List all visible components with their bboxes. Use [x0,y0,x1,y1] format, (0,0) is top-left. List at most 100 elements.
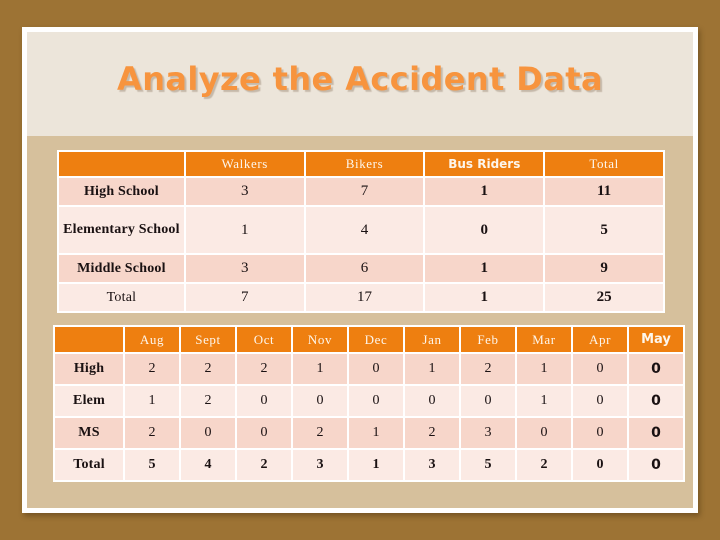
table-corner-cell [59,152,184,176]
row-label-elementary-school: Elementary School [59,207,184,253]
table-row: High School 3 7 1 11 [59,178,663,205]
cell-ms-sept: 0 [181,418,235,448]
cell-high-sept: 2 [181,354,235,384]
cell-total-walkers: 7 [185,284,304,311]
cell-middle-school-bus-riders: 1 [425,255,544,282]
column-header-jan: Jan [405,327,459,352]
column-header-bikers: Bikers [305,152,424,176]
row-label-high-school: High School [59,178,184,205]
cell-high-apr: 0 [573,354,627,384]
slide-card: Analyze the Accident Data Walkers Bikers… [22,27,698,513]
cell-high-oct: 2 [237,354,291,384]
cell-high-nov: 1 [293,354,347,384]
cell-elem-dec: 0 [349,386,403,416]
table-body: High 2 2 2 1 0 1 2 1 0 0 Elem 1 2 0 0 0 … [55,354,683,480]
table-row: MS 2 0 0 2 1 2 3 0 0 0 [55,418,683,448]
column-header-sept: Sept [181,327,235,352]
table-header: Walkers Bikers Bus Riders Total [59,152,663,176]
cell-elem-jan: 0 [405,386,459,416]
row-label-high: High [55,354,123,384]
cell-high-school-walkers: 3 [185,178,304,205]
accident-table-by-mode: Walkers Bikers Bus Riders Total High Sch… [57,150,665,313]
column-header-aug: Aug [125,327,179,352]
cell-elementary-walkers: 1 [185,207,304,253]
column-header-total: Total [545,152,663,176]
column-header-bus-riders: Bus Riders [425,152,544,176]
column-header-may: May [629,327,683,352]
slide-root: Analyze the Accident Data Walkers Bikers… [0,0,720,540]
cell-elementary-total: 5 [545,207,663,253]
cell-ms-apr: 0 [573,418,627,448]
cell-total-feb: 5 [461,450,515,480]
cell-ms-dec: 1 [349,418,403,448]
cell-ms-nov: 2 [293,418,347,448]
table-row: Total 7 17 1 25 [59,284,663,311]
page-title: Analyze the Accident Data [117,60,603,98]
cell-elementary-bikers: 4 [305,207,424,253]
cell-elem-mar: 1 [517,386,571,416]
cell-elem-aug: 1 [125,386,179,416]
cell-total-dec: 1 [349,450,403,480]
row-label-elem: Elem [55,386,123,416]
cell-ms-mar: 0 [517,418,571,448]
cell-middle-school-walkers: 3 [185,255,304,282]
table-row: High 2 2 2 1 0 1 2 1 0 0 [55,354,683,384]
cell-elem-oct: 0 [237,386,291,416]
row-label-ms: MS [55,418,123,448]
table-header: Aug Sept Oct Nov Dec Jan Feb Mar Apr May [55,327,683,352]
cell-total-oct: 2 [237,450,291,480]
table-row: Total 5 4 2 3 1 3 5 2 0 0 [55,450,683,480]
cell-total-total: 25 [545,284,663,311]
cell-elem-feb: 0 [461,386,515,416]
table-body: High School 3 7 1 11 Elementary School 1… [59,178,663,311]
column-header-apr: Apr [573,327,627,352]
cell-ms-may: 0 [629,418,683,448]
cell-total-nov: 3 [293,450,347,480]
table-row: Elem 1 2 0 0 0 0 0 1 0 0 [55,386,683,416]
column-header-oct: Oct [237,327,291,352]
column-header-dec: Dec [349,327,403,352]
table-corner-cell [55,327,123,352]
column-header-mar: Mar [517,327,571,352]
row-label-middle-school: Middle School [59,255,184,282]
cell-elementary-bus-riders: 0 [425,207,544,253]
row-label-total: Total [55,450,123,480]
table-row: Middle School 3 6 1 9 [59,255,663,282]
cell-total-aug: 5 [125,450,179,480]
cell-high-feb: 2 [461,354,515,384]
cell-total-apr: 0 [573,450,627,480]
cell-elem-sept: 2 [181,386,235,416]
cell-total-sept: 4 [181,450,235,480]
cell-total-may: 0 [629,450,683,480]
cell-high-jan: 1 [405,354,459,384]
cell-high-school-bus-riders: 1 [425,178,544,205]
slide-content-area: Analyze the Accident Data Walkers Bikers… [27,32,693,508]
cell-total-bus-riders: 1 [425,284,544,311]
cell-high-school-total: 11 [545,178,663,205]
row-label-total: Total [59,284,184,311]
cell-high-mar: 1 [517,354,571,384]
column-header-nov: Nov [293,327,347,352]
cell-middle-school-bikers: 6 [305,255,424,282]
cell-ms-aug: 2 [125,418,179,448]
column-header-walkers: Walkers [185,152,304,176]
cell-elem-nov: 0 [293,386,347,416]
table-header-row: Walkers Bikers Bus Riders Total [59,152,663,176]
cell-ms-feb: 3 [461,418,515,448]
cell-elem-apr: 0 [573,386,627,416]
cell-total-mar: 2 [517,450,571,480]
cell-elem-may: 0 [629,386,683,416]
cell-ms-oct: 0 [237,418,291,448]
title-band: Analyze the Accident Data [27,32,693,136]
cell-total-jan: 3 [405,450,459,480]
cell-high-may: 0 [629,354,683,384]
cell-total-bikers: 17 [305,284,424,311]
cell-high-aug: 2 [125,354,179,384]
table-header-row: Aug Sept Oct Nov Dec Jan Feb Mar Apr May [55,327,683,352]
cell-ms-jan: 2 [405,418,459,448]
table-row: Elementary School 1 4 0 5 [59,207,663,253]
cell-high-dec: 0 [349,354,403,384]
accident-table-by-month: Aug Sept Oct Nov Dec Jan Feb Mar Apr May [53,325,685,482]
cell-high-school-bikers: 7 [305,178,424,205]
cell-middle-school-total: 9 [545,255,663,282]
